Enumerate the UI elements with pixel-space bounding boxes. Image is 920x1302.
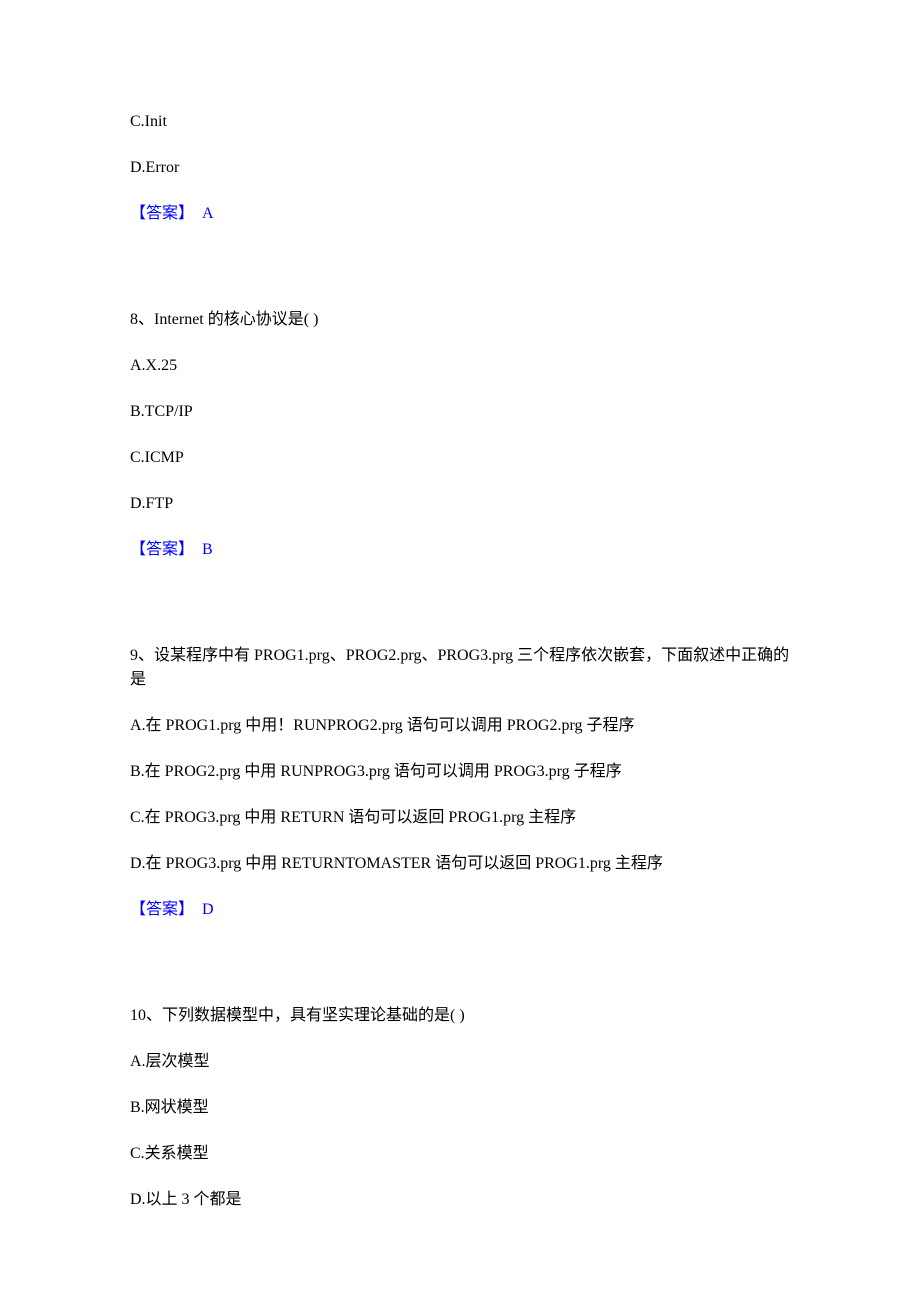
q10-option-b: B.网状模型 — [130, 1096, 790, 1120]
q8-answer: 【答案】 B — [130, 538, 790, 562]
q7-option-c: C.Init — [130, 110, 790, 134]
answer-letter: D — [202, 901, 214, 918]
spacer — [130, 248, 790, 308]
q10-option-a: A.层次模型 — [130, 1050, 790, 1074]
q9-text: 9、设某程序中有 PROG1.prg、PROG2.prg、PROG3.prg 三… — [130, 644, 790, 692]
q9-option-a: A.在 PROG1.prg 中用！RUNPROG2.prg 语句可以调用 PRO… — [130, 714, 790, 738]
q9-answer: 【答案】 D — [130, 898, 790, 922]
spacer — [130, 944, 790, 1004]
q7-option-d: D.Error — [130, 156, 790, 180]
q8-option-d: D.FTP — [130, 492, 790, 516]
q10-text: 10、下列数据模型中，具有坚实理论基础的是( ) — [130, 1004, 790, 1028]
answer-label: 【答案】 — [130, 205, 194, 222]
answer-letter: A — [202, 205, 214, 222]
q8-option-a: A.X.25 — [130, 354, 790, 378]
q8-option-c: C.ICMP — [130, 446, 790, 470]
q9-option-b: B.在 PROG2.prg 中用 RUNPROG3.prg 语句可以调用 PRO… — [130, 760, 790, 784]
answer-label: 【答案】 — [130, 541, 194, 558]
q9-option-d: D.在 PROG3.prg 中用 RETURNTOMASTER 语句可以返回 P… — [130, 852, 790, 876]
q8-option-b: B.TCP/IP — [130, 400, 790, 424]
q9-option-c: C.在 PROG3.prg 中用 RETURN 语句可以返回 PROG1.prg… — [130, 806, 790, 830]
q7-answer: 【答案】 A — [130, 202, 790, 226]
q8-text: 8、Internet 的核心协议是( ) — [130, 308, 790, 332]
answer-label: 【答案】 — [130, 901, 194, 918]
exam-page: C.Init D.Error 【答案】 A 8、Internet 的核心协议是(… — [0, 0, 920, 1302]
spacer — [130, 584, 790, 644]
q10-option-c: C.关系模型 — [130, 1142, 790, 1166]
q10-option-d: D.以上 3 个都是 — [130, 1188, 790, 1212]
answer-letter: B — [202, 541, 213, 558]
